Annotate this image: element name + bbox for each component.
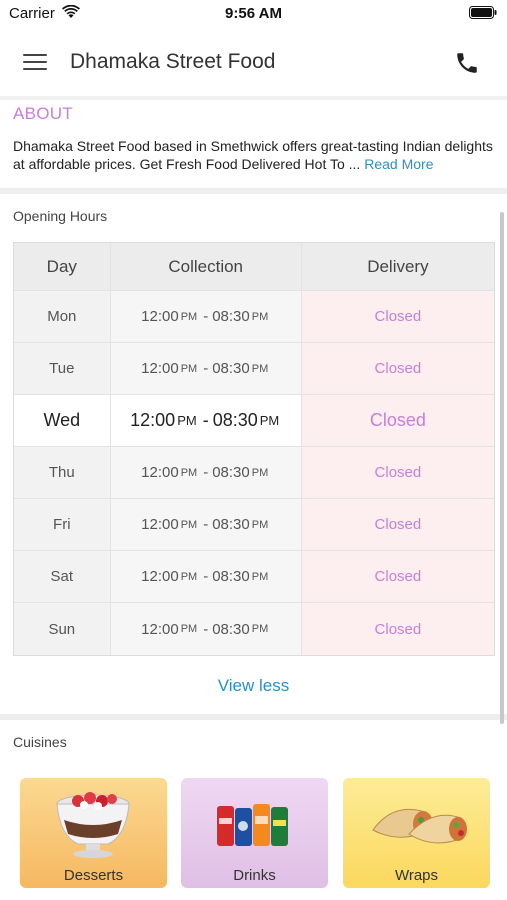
table-row: Mon 12:00 PM -08:30 PM Closed: [14, 291, 494, 343]
time-separator: -: [203, 308, 209, 325]
pm-label: PM: [251, 362, 269, 375]
battery-icon: [469, 6, 497, 19]
open-time: 12:00: [141, 516, 179, 533]
table-row: Sat 12:00 PM -08:30 PM Closed: [14, 551, 494, 603]
cuisine-label: Desserts: [63, 867, 124, 884]
collection-cell: 12:00 PM -08:30 PM: [110, 551, 302, 602]
open-time: 12:00: [141, 568, 179, 585]
open-time: 12:00: [141, 308, 179, 325]
view-less-link[interactable]: View less: [0, 676, 507, 696]
pm-label: PM: [180, 623, 198, 635]
about-heading: ABOUT: [13, 104, 74, 123]
open-time: 12:00: [130, 410, 176, 430]
time-separator: -: [203, 360, 209, 377]
phone-icon[interactable]: [454, 50, 480, 76]
pm-label: PM: [251, 570, 269, 583]
collection-cell: 12:00 PM -08:30 PM: [110, 395, 302, 446]
table-row: Fri 12:00 PM -08:30 PM Closed: [14, 499, 494, 551]
close-time: 08:30: [212, 410, 258, 430]
main-content[interactable]: ABOUT Dhamaka Street Food based in Smeth…: [0, 96, 507, 900]
pm-label: PM: [180, 310, 198, 323]
page-title: Dhamaka Street Food: [70, 50, 276, 73]
cuisine-card-drinks[interactable]: Drinks: [181, 778, 328, 888]
pm-label: PM: [177, 413, 197, 428]
day-cell: Wed: [14, 395, 111, 446]
app-header: Dhamaka Street Food: [0, 30, 507, 96]
pm-label: PM: [251, 518, 269, 531]
pm-label: PM: [180, 570, 198, 583]
scrollbar[interactable]: [500, 212, 504, 724]
collection-cell: 12:00 PM -08:30 PM: [110, 603, 302, 655]
table-row: Thu 12:00 PM -08:30 PM Closed: [14, 447, 494, 499]
day-cell: Tue: [14, 343, 111, 394]
time-separator: -: [202, 410, 209, 430]
cuisine-label: Drinks: [233, 867, 276, 884]
soda-cans-icon: [217, 804, 288, 846]
cuisine-card-wraps[interactable]: Wraps: [343, 778, 490, 888]
hamburger-menu-icon[interactable]: [23, 52, 47, 72]
table-row: Tue 12:00 PM -08:30 PM Closed: [14, 343, 494, 395]
time-separator: -: [203, 620, 209, 638]
cuisine-card-desserts[interactable]: Desserts: [20, 778, 167, 888]
delivery-cell: Closed: [301, 343, 494, 394]
wrap-icon: [372, 808, 467, 844]
pm-label: PM: [251, 623, 269, 635]
read-more-link[interactable]: Read More: [364, 156, 433, 172]
header-collection: Collection: [110, 243, 302, 290]
delivery-cell: Closed: [301, 447, 494, 498]
status-bar: Carrier 9:56 AM: [0, 0, 507, 28]
header-day: Day: [14, 243, 111, 290]
opening-hours-table: Day Collection Delivery Mon 12:00 PM -08:30…: [13, 242, 495, 656]
close-time: 08:30: [212, 620, 250, 638]
about-description: Dhamaka Street Food based in Smethwick o…: [13, 137, 497, 173]
day-cell: Thu: [14, 447, 111, 498]
delivery-cell: Closed: [301, 395, 494, 446]
time-separator: -: [203, 568, 209, 585]
pm-label: PM: [251, 310, 269, 323]
collection-cell: 12:00 PM -08:30 PM: [110, 343, 302, 394]
header-delivery: Delivery: [301, 243, 494, 290]
pm-label: PM: [180, 466, 198, 479]
cuisines-title: Cuisines: [13, 734, 67, 750]
day-cell: Sat: [14, 551, 111, 602]
dessert-cup-icon: [56, 792, 130, 858]
pm-label: PM: [251, 466, 269, 479]
time-separator: -: [203, 464, 209, 481]
collection-cell: 12:00 PM -08:30 PM: [110, 447, 302, 498]
time-separator: -: [203, 516, 209, 533]
pm-label: PM: [180, 362, 198, 375]
day-cell: Sun: [14, 603, 111, 655]
day-cell: Mon: [14, 291, 111, 342]
clock: 9:56 AM: [225, 5, 282, 22]
open-time: 12:00: [141, 464, 179, 481]
opening-hours-title: Opening Hours: [13, 208, 108, 224]
delivery-cell: Closed: [301, 603, 494, 655]
day-cell: Fri: [14, 499, 111, 550]
collection-cell: 12:00 PM -08:30 PM: [110, 499, 302, 550]
close-time: 08:30: [212, 308, 250, 325]
cuisine-label: Wraps: [394, 867, 439, 884]
delivery-cell: Closed: [301, 551, 494, 602]
section-divider: [0, 188, 507, 194]
section-divider: [0, 714, 507, 720]
close-time: 08:30: [212, 516, 250, 533]
table-row: Sun 12:00 PM -08:30 PM Closed: [14, 603, 494, 655]
collection-cell: 12:00 PM -08:30 PM: [110, 291, 302, 342]
close-time: 08:30: [212, 568, 250, 585]
close-time: 08:30: [212, 360, 250, 377]
about-section: ABOUT Dhamaka Street Food based in Smeth…: [0, 96, 507, 188]
delivery-cell: Closed: [301, 499, 494, 550]
table-row: Wed 12:00 PM -08:30 PM Closed: [14, 395, 494, 447]
table-header-row: Day Collection Delivery: [14, 243, 494, 291]
close-time: 08:30: [212, 464, 250, 481]
open-time: 12:00: [141, 620, 179, 638]
pm-label: PM: [259, 413, 280, 428]
open-time: 12:00: [141, 360, 179, 377]
pm-label: PM: [180, 518, 198, 531]
delivery-cell: Closed: [301, 291, 494, 342]
